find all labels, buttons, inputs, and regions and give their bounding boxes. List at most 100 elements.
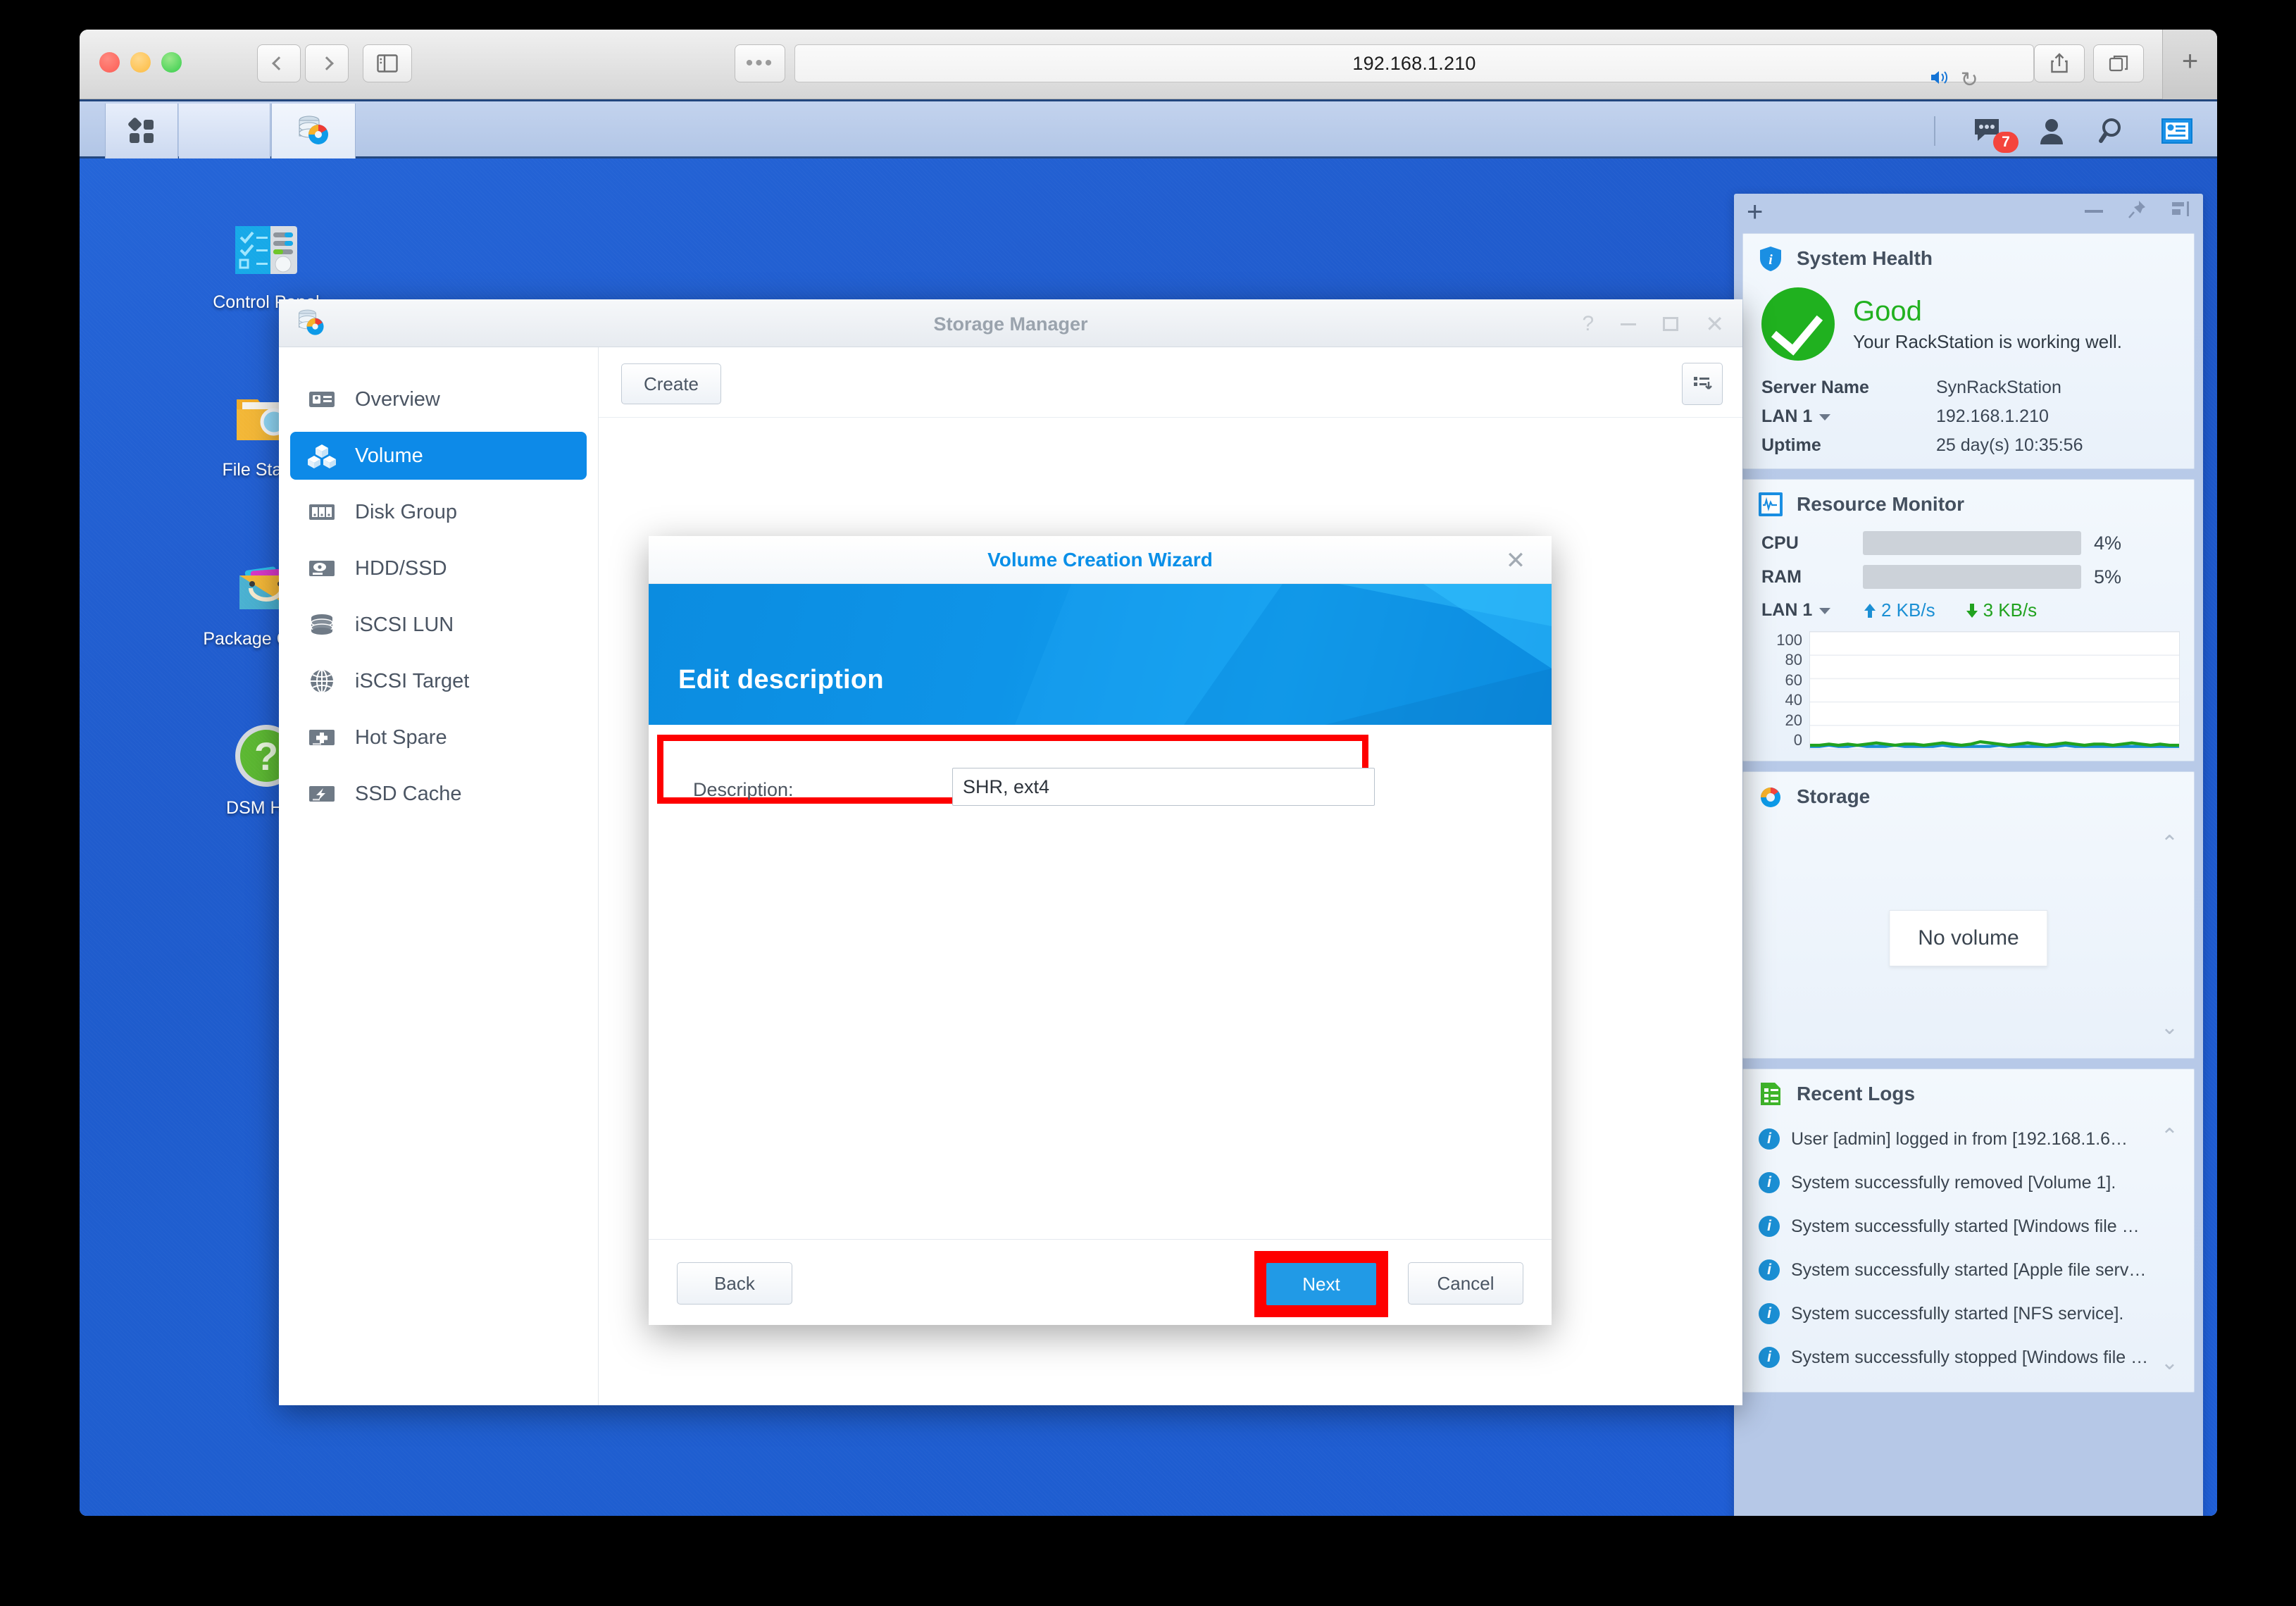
volume-creation-wizard-dialog: Volume Creation Wizard ✕ Edit descriptio…	[649, 536, 1552, 1325]
widget-system-health: i System Health Good Your RackStation is…	[1742, 233, 2195, 469]
hdd-ssd-icon	[306, 552, 338, 585]
create-button-label: Create	[643, 373, 699, 394]
minimize-icon[interactable]	[1621, 323, 1637, 325]
chevron-down-icon[interactable]: ⌄	[2161, 1015, 2178, 1040]
help-icon[interactable]: ?	[1583, 312, 1595, 336]
chevron-down-icon[interactable]	[1819, 607, 1831, 614]
share-button[interactable]	[2034, 44, 2085, 82]
widgets-button[interactable]	[2161, 118, 2193, 144]
sidebar-item-overview[interactable]: Overview	[290, 375, 587, 423]
widget-recent-logs: Recent Logs ⌃ i User [admin] logged in fr…	[1742, 1069, 2195, 1393]
y-tick: 60	[1785, 671, 1802, 689]
list-options-button[interactable]	[1682, 363, 1723, 405]
health-row-lan1[interactable]: LAN 1 192.168.1.210	[1743, 402, 2194, 431]
sidebar-item-hdd-ssd[interactable]: HDD/SSD	[290, 544, 587, 592]
y-tick: 80	[1785, 651, 1802, 669]
wizard-footer: Back Next Cancel	[649, 1239, 1552, 1325]
cpu-usage-bar	[1863, 531, 2081, 555]
info-icon: i	[1759, 1259, 1780, 1281]
cancel-button[interactable]: Cancel	[1408, 1262, 1523, 1305]
desktop-icon-control-panel[interactable]: Control Panel	[199, 213, 333, 313]
user-options-button[interactable]	[2037, 116, 2066, 146]
safari-browser-window: ••• 192.168.1.210 ↻ + 7 Control Panel Fi…	[80, 30, 2217, 1516]
list-item[interactable]: i System successfully stopped [Windows fi…	[1759, 1336, 2180, 1379]
tab-overview-icon	[2109, 55, 2128, 72]
main-menu-button[interactable]	[105, 104, 178, 158]
y-tick: 40	[1785, 691, 1802, 709]
sidebar-item-hot-spare[interactable]: Hot Spare	[290, 714, 587, 761]
health-row-server-name: Server Name SynRackStation	[1743, 373, 2194, 402]
sidebar-item-label: Disk Group	[355, 500, 458, 523]
no-volume-message: No volume	[1889, 910, 2048, 966]
storage-manager-toolbar: Create	[599, 347, 1742, 418]
sidebar-toggle-button[interactable]	[363, 44, 412, 82]
wizard-hero-banner: Edit description	[649, 584, 1552, 725]
pin-icon[interactable]	[2127, 199, 2147, 223]
search-button[interactable]	[2099, 116, 2128, 146]
overview-icon	[306, 383, 338, 416]
create-button[interactable]: Create	[621, 363, 721, 404]
sidebar-item-label: Hot Spare	[355, 726, 447, 749]
show-tabs-button[interactable]	[2093, 44, 2144, 82]
close-icon[interactable]: ✕	[1705, 311, 1724, 337]
health-check-icon	[1761, 287, 1835, 361]
speaker-icon[interactable]	[1929, 68, 1950, 92]
list-item[interactable]: i System successfully started [Apple file…	[1759, 1248, 2180, 1292]
window-minimize-button[interactable]	[130, 52, 151, 73]
ram-usage-row: RAM 5%	[1743, 560, 2194, 594]
layout-icon[interactable]	[2171, 199, 2190, 223]
window-zoom-button[interactable]	[161, 52, 182, 73]
storage-manager-titlebar[interactable]: Storage Manager ? ✕	[279, 299, 1742, 347]
list-item[interactable]: i System successfully started [NFS servic…	[1759, 1292, 2180, 1336]
lan-label[interactable]: LAN 1	[1761, 600, 1850, 621]
smart-search-more-button[interactable]: •••	[735, 44, 785, 82]
sidebar-item-ssd-cache[interactable]: SSD Cache	[290, 770, 587, 818]
logs-icon	[1757, 1081, 1784, 1107]
minimize-icon[interactable]	[2085, 209, 2103, 213]
close-icon[interactable]: ✕	[1501, 546, 1530, 575]
back-button[interactable]	[257, 44, 301, 82]
address-bar[interactable]: 192.168.1.210 ↻	[794, 44, 2034, 92]
tray-divider	[1934, 116, 1935, 146]
storage-widget-body: ⌃ No volume ⌄	[1743, 818, 2194, 1058]
system-health-status-block: Good Your RackStation is working well.	[1743, 280, 2194, 373]
chevron-up-icon[interactable]: ⌃	[2161, 831, 2178, 856]
sidebar-item-disk-group[interactable]: Disk Group	[290, 488, 587, 536]
next-button[interactable]: Next	[1266, 1263, 1376, 1305]
svg-text:?: ?	[254, 734, 278, 778]
reload-icon[interactable]: ↻	[1961, 68, 1978, 92]
widgets-panel: + i System Health Good Your RackStation …	[1734, 194, 2203, 1516]
list-item[interactable]: i System successfully removed [Volume 1].	[1759, 1161, 2180, 1204]
log-message: User [admin] logged in from [192.168.1.6…	[1791, 1128, 2128, 1149]
sidebar-item-volume[interactable]: Volume	[290, 432, 587, 480]
add-widget-icon[interactable]: +	[1747, 197, 1763, 228]
cpu-label: CPU	[1761, 533, 1799, 553]
list-item[interactable]: i System successfully started [Windows fi…	[1759, 1204, 2180, 1248]
maximize-icon[interactable]	[1663, 317, 1679, 331]
health-status-text: Good	[1853, 295, 1922, 327]
taskbar-storage-manager-button[interactable]	[271, 104, 356, 158]
list-item[interactable]: i User [admin] logged in from [192.168.1.…	[1759, 1117, 2180, 1161]
storage-manager-title: Storage Manager	[933, 313, 1088, 335]
window-close-button[interactable]	[99, 52, 120, 73]
storage-manager-nav: Overview Volume Disk Group HDD/SSD iSCSI…	[279, 347, 599, 1405]
sidebar-item-label: Overview	[355, 387, 440, 411]
chevron-up-icon[interactable]: ⌃	[2161, 1124, 2178, 1149]
info-shield-icon: i	[1757, 245, 1784, 272]
wizard-step-title: Edit description	[678, 665, 884, 695]
chevron-down-icon[interactable]	[1819, 413, 1831, 421]
chevron-down-icon[interactable]: ⌄	[2161, 1350, 2178, 1375]
lan-throughput-row: LAN 1 2 KB/s 3 KB/s	[1743, 594, 2194, 627]
info-icon: i	[1759, 1216, 1780, 1237]
forward-button[interactable]	[305, 44, 349, 82]
dsm-desktop: 7 Control Panel File Station Package Cen…	[80, 99, 2217, 1516]
wizard-titlebar[interactable]: Volume Creation Wizard ✕	[649, 536, 1552, 584]
description-input[interactable]	[952, 768, 1375, 806]
sidebar-item-iscsi-lun[interactable]: iSCSI LUN	[290, 601, 587, 649]
row-key: Uptime	[1761, 435, 1821, 455]
back-button[interactable]: Back	[677, 1262, 792, 1305]
ram-usage-bar	[1863, 565, 2081, 589]
notifications-button[interactable]: 7	[1972, 116, 2019, 153]
new-tab-button[interactable]: +	[2162, 30, 2217, 99]
sidebar-item-iscsi-target[interactable]: iSCSI Target	[290, 657, 587, 705]
